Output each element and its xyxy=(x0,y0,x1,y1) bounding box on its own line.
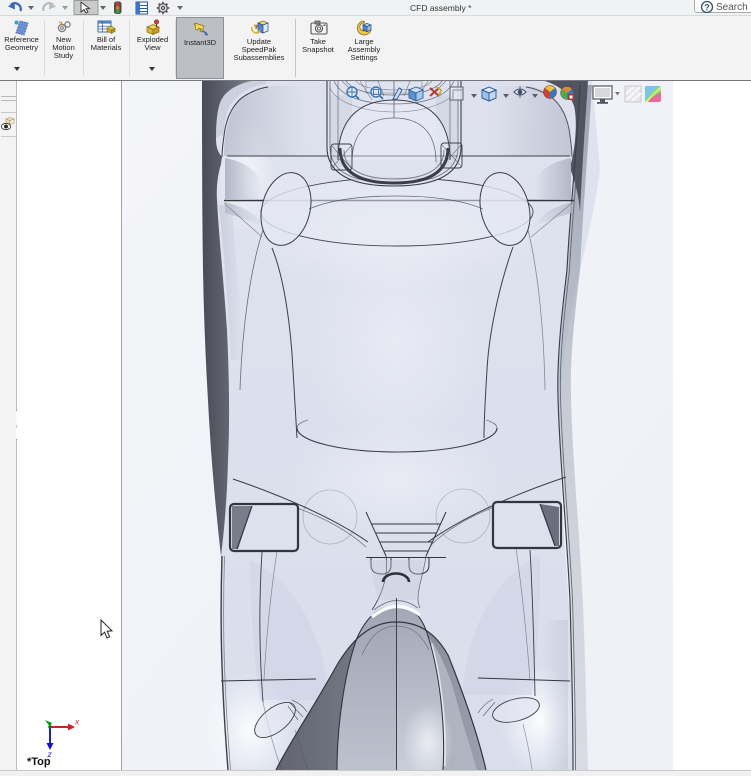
svg-text:?: ? xyxy=(704,3,710,13)
svg-text:x: x xyxy=(74,717,80,727)
svg-text:!: ! xyxy=(256,24,257,29)
